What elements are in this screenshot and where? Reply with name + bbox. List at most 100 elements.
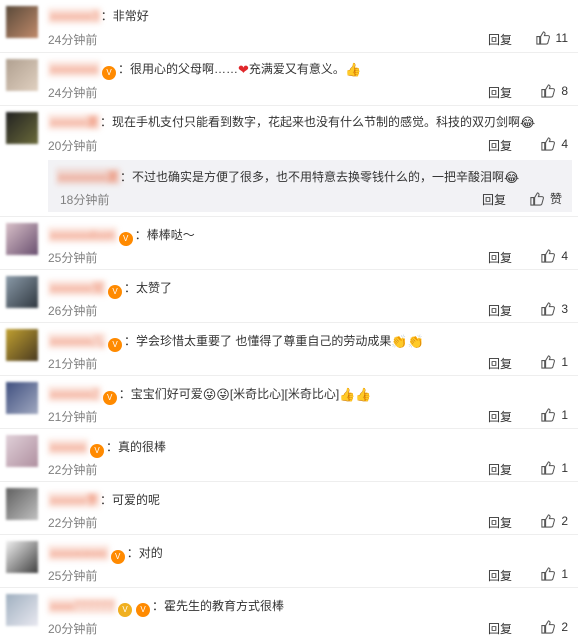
comment-time: 18分钟前 <box>60 193 110 207</box>
avatar[interactable] <box>6 435 38 467</box>
username[interactable]: xxxxxxxx選 <box>56 168 121 185</box>
like-button[interactable]: 2 <box>514 513 568 528</box>
reply-button[interactable]: 回复 <box>488 620 512 637</box>
comment-item: xxxxxxx儿 V ：学会珍惜太重要了 也懂得了尊重自己的劳动成果👏👏 21分钟前… <box>0 323 578 376</box>
like-button[interactable]: 1 <box>514 354 568 369</box>
comment-time: 24分钟前 <box>48 86 98 100</box>
reply-button[interactable]: 回复 <box>488 461 512 478</box>
thumbs-up-icon <box>541 249 556 263</box>
username[interactable]: xxxx777777 <box>48 598 117 614</box>
avatar[interactable] <box>6 382 38 414</box>
like-button[interactable]: 4 <box>514 136 568 151</box>
username[interactable]: xxxxxxxloon <box>48 227 117 243</box>
vip-badge-icon: V <box>102 391 117 405</box>
comment-item: xxxxxx V ：真的很棒 22分钟前 回复 1 <box>0 429 578 482</box>
heart-icon: ❤ <box>238 62 249 77</box>
thumbs-up-emoji-icon: 👍 <box>344 62 362 77</box>
avatar[interactable] <box>6 594 38 626</box>
like-button[interactable]: 8 <box>514 83 568 98</box>
comment-text: ：不过也确实是方便了很多，也不用特意去换零钱什么的，一把辛酸泪啊 <box>120 170 505 184</box>
vip-badge-icon: V <box>102 66 116 80</box>
reply-button[interactable]: 回复 <box>488 514 512 531</box>
comment-text: ：现在手机支付只能看到数字，花起来也没有什么节制的感觉。科技的双刃剑啊 <box>100 115 521 129</box>
avatar[interactable] <box>6 541 38 573</box>
thumbs-up-emoji-icon: 👍👍 <box>339 387 372 402</box>
like-button[interactable]: 1 <box>514 460 568 475</box>
comment-time: 24分钟前 <box>48 33 98 47</box>
thumbs-up-icon <box>541 408 556 422</box>
comment-text: ：霍先生的教育方式很棒 <box>152 599 285 613</box>
reply-button[interactable]: 回复 <box>488 408 512 425</box>
username[interactable]: xxxxxxxx <box>48 61 100 77</box>
comment-text: ：学会珍惜太重要了 也懂得了尊重自己的劳动成果 <box>124 334 392 348</box>
comment-text: ：真的很棒 <box>106 440 167 454</box>
comment-item: xxxxxoooo V ：对的 25分钟前 回复 1 <box>0 535 578 588</box>
like-button[interactable]: 2 <box>514 619 568 634</box>
like-button[interactable]: 11 <box>514 30 568 45</box>
comment-item: xxxx777777 V V ：霍先生的教育方式很棒 20分钟前 回复 2 <box>0 588 578 639</box>
reply-button[interactable]: 回复 <box>488 84 512 101</box>
avatar[interactable] <box>6 488 38 520</box>
comment-time: 20分钟前 <box>48 139 98 153</box>
thumbs-up-icon <box>535 31 550 45</box>
reply-button[interactable]: 回复 <box>482 191 506 208</box>
comment-time: 21分钟前 <box>48 357 98 371</box>
like-button[interactable]: 3 <box>514 301 568 316</box>
reply-button[interactable]: 回复 <box>488 355 512 372</box>
like-button[interactable]: 1 <box>514 566 568 581</box>
avatar[interactable] <box>6 112 38 144</box>
username[interactable]: xxxxxx <box>48 439 88 455</box>
comment-time: 22分钟前 <box>48 463 98 477</box>
like-button[interactable]: 赞 <box>508 190 562 207</box>
vip-badge-icon: V <box>90 444 104 458</box>
laughing-emoji-icon: 😂 <box>520 115 536 130</box>
vip-badge-icon: V <box>108 338 123 352</box>
comment-time: 25分钟前 <box>48 569 98 583</box>
comment-time: 25分钟前 <box>48 251 98 265</box>
comment-item: xxxxxxxx V ：很用心的父母啊……❤充满爱又有意义。👍 24分钟前 回复 8 <box>0 53 578 106</box>
reply-button[interactable]: 回复 <box>488 302 512 319</box>
username[interactable]: xxxxxxx3 <box>48 8 101 24</box>
comment-text: ：可爱的呢 <box>100 493 161 507</box>
username[interactable]: xxxxxxx兒 <box>48 280 107 296</box>
thumbs-up-icon <box>541 302 556 316</box>
username[interactable]: xxxxxx李 <box>48 492 101 508</box>
comment-text: ：非常好 <box>100 9 149 23</box>
comment-item: xxxxxxx兒 V ：太赞了 26分钟前 回复 3 <box>0 270 578 323</box>
thumbs-up-icon <box>541 620 556 634</box>
avatar[interactable] <box>6 6 38 38</box>
comment-item: xxxxxxx3 ：非常好 24分钟前 回复 11 <box>0 0 578 53</box>
sub-reply: xxxxxxxx選 ：不过也确实是方便了很多，也不用特意去换零钱什么的，一把辛酸泪… <box>48 160 572 212</box>
comment-item: xxxxxxxloon V ：棒棒哒～ 25分钟前 回复 4 <box>0 217 578 270</box>
avatar[interactable] <box>6 59 38 91</box>
thumbs-up-icon <box>541 514 556 528</box>
reply-button[interactable]: 回复 <box>488 137 512 154</box>
comment-text: ：对的 <box>126 546 163 560</box>
avatar[interactable] <box>6 329 38 361</box>
verified-v-icon: V <box>118 603 133 617</box>
like-button[interactable]: 1 <box>514 407 568 422</box>
reply-button[interactable]: 回复 <box>488 567 512 584</box>
vip-badge-icon: V <box>118 232 133 246</box>
reply-button[interactable]: 回复 <box>488 249 512 266</box>
vip-badge-icon: V <box>108 285 123 299</box>
comment-time: 21分钟前 <box>48 410 98 424</box>
username[interactable]: xxxxxxx2 <box>48 386 101 402</box>
clap-emoji-icon: 👏👏 <box>391 334 424 349</box>
winking-emoji-icon: 😜😜 <box>202 387 230 402</box>
avatar[interactable] <box>6 276 38 308</box>
thumbs-up-icon <box>541 137 556 151</box>
thumbs-up-icon <box>541 567 556 581</box>
comment-time: 20分钟前 <box>48 622 98 636</box>
username[interactable]: xxxxxoooo <box>48 545 109 561</box>
comment-text: ：棒棒哒～ <box>134 228 195 242</box>
reply-button[interactable]: 回复 <box>488 31 512 48</box>
username[interactable]: xxxxxx選 <box>48 114 101 130</box>
comment-text: ：很用心的父母啊…… <box>118 62 239 76</box>
thumbs-up-icon <box>541 84 556 98</box>
avatar[interactable] <box>6 223 38 255</box>
comment-text: ：太赞了 <box>124 281 173 295</box>
thumbs-up-icon <box>541 355 556 369</box>
username[interactable]: xxxxxxx儿 <box>48 333 107 349</box>
like-button[interactable]: 4 <box>514 248 568 263</box>
